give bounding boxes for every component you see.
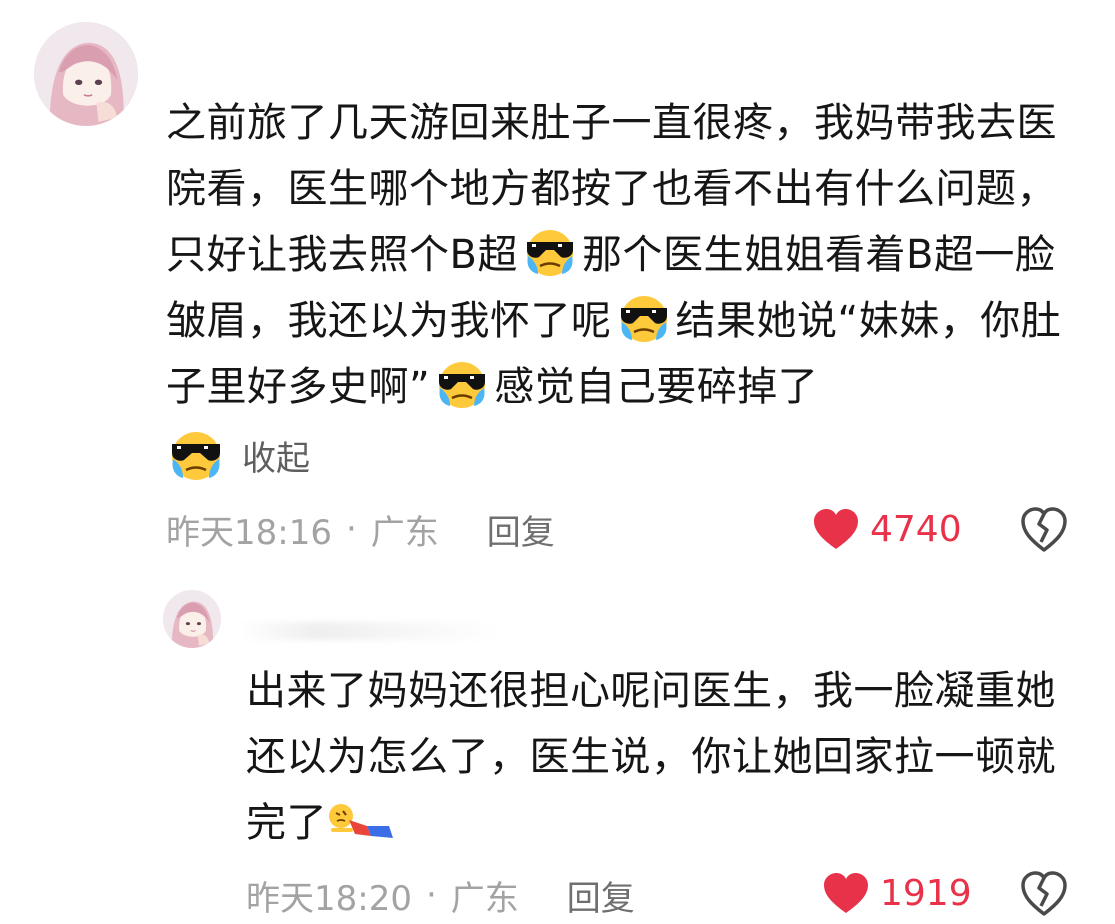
avatar-image: [34, 22, 138, 126]
reply-meta: 昨天18:20 · 广东 回复: [246, 870, 635, 920]
separator: ·: [425, 875, 437, 915]
heart-icon: [814, 509, 858, 549]
like-count: 4740: [870, 508, 962, 550]
dislike-button[interactable]: [1020, 870, 1068, 918]
collapse-row[interactable]: 收起: [164, 424, 310, 486]
like-button[interactable]: 1919: [822, 868, 972, 918]
reply-avatar[interactable]: [163, 590, 221, 648]
heart-icon: [824, 873, 868, 913]
dislike-button[interactable]: [1020, 506, 1068, 554]
like-button[interactable]: 4740: [812, 504, 962, 554]
reply-button[interactable]: 回复: [487, 505, 555, 554]
comment-meta: 昨天18:16 · 广东 回复: [166, 504, 555, 554]
location: 广东: [450, 878, 519, 919]
comment-text-segment: 感觉自己要碎掉了: [494, 364, 819, 410]
avatar[interactable]: [34, 22, 138, 126]
timestamp: 昨天18:16: [166, 512, 332, 553]
like-count: 1919: [880, 872, 972, 914]
username-obscured: [238, 622, 498, 640]
lying-down-emoji-icon: [327, 796, 397, 846]
sunglasses-crying-icon: [518, 226, 582, 278]
broken-heart-icon: [1021, 507, 1067, 552]
sunglasses-crying-icon: [430, 358, 494, 410]
reply-button[interactable]: 回复: [567, 871, 635, 920]
collapse-button[interactable]: 收起: [242, 431, 310, 480]
separator: ·: [345, 509, 357, 549]
comment-text: 之前旅了几天游回来肚子一直很疼，我妈带我去医院看，医生哪个地方都按了也看不出有什…: [166, 90, 1071, 420]
reply-text: 出来了妈妈还很担心呢问医生，我一脸凝重她还以为怎么了，医生说，你让她回家拉一顿就…: [246, 658, 1071, 856]
sunglasses-crying-icon: [164, 427, 228, 483]
location: 广东: [370, 512, 439, 553]
avatar-image: [163, 590, 221, 648]
broken-heart-icon: [1021, 871, 1067, 916]
timestamp: 昨天18:20: [246, 878, 412, 919]
sunglasses-crying-icon: [612, 292, 676, 344]
